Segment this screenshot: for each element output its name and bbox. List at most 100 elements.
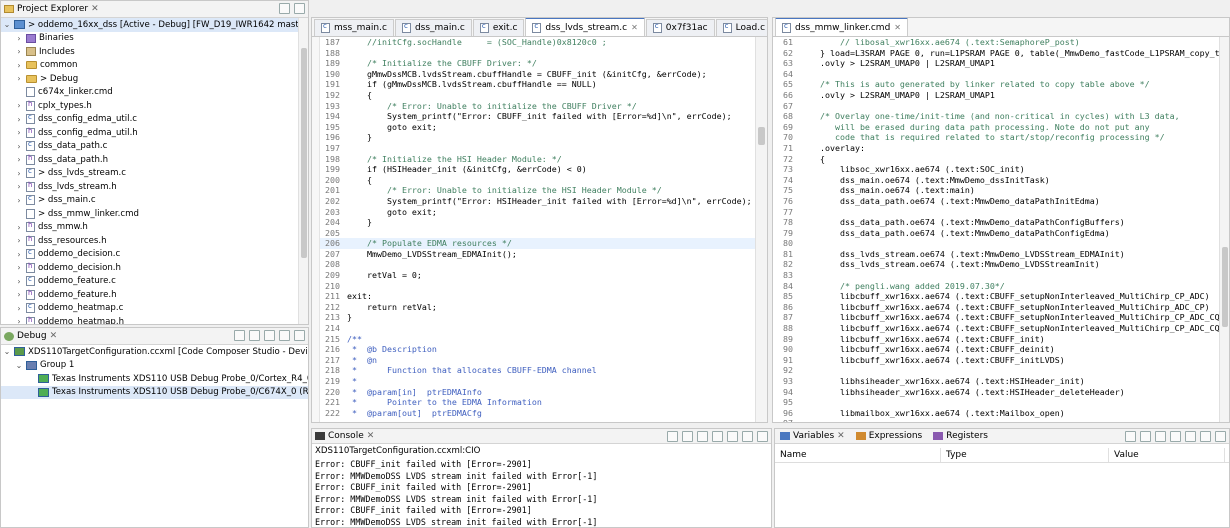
close-icon[interactable]: ✕ bbox=[50, 331, 58, 341]
tree-item[interactable]: › Includes bbox=[1, 45, 298, 59]
pin-console-icon[interactable] bbox=[697, 431, 708, 442]
chevron-right-icon[interactable]: › bbox=[15, 34, 23, 43]
chevron-right-icon[interactable]: › bbox=[15, 182, 23, 191]
project-tree-scrollbar[interactable] bbox=[298, 18, 308, 324]
code-line[interactable]: 210 bbox=[320, 281, 755, 292]
collapse-all-icon[interactable] bbox=[1155, 431, 1166, 442]
code-line[interactable]: 214 bbox=[320, 323, 755, 334]
chevron-right-icon[interactable]: › bbox=[15, 196, 23, 205]
view-menu-icon[interactable] bbox=[264, 330, 275, 341]
code-line[interactable]: 78 dss_data_path.oe674 (.text:MmwDemo_da… bbox=[773, 217, 1219, 228]
code-line[interactable]: 96 libmailbox_xwr16xx.ae674 (.text:Mailb… bbox=[773, 408, 1219, 419]
code-line[interactable]: 81 dss_lvds_stream.oe674 (.text:MmwDemo_… bbox=[773, 249, 1219, 260]
tree-item[interactable]: › oddemo_heatmap.c bbox=[1, 302, 298, 316]
variables-tab[interactable]: Registers bbox=[946, 431, 988, 441]
close-icon[interactable]: ✕ bbox=[837, 431, 845, 441]
tree-item[interactable]: ⌄ XDS110TargetConfiguration.ccxml [Code C… bbox=[1, 345, 308, 359]
chevron-right-icon[interactable]: › bbox=[15, 317, 23, 324]
code-line[interactable]: 85 libcbuff_xwr16xx.ae674 (.text:CBUFF_s… bbox=[773, 291, 1219, 302]
code-line[interactable]: 82 dss_lvds_stream.oe674 (.text:MmwDemo_… bbox=[773, 259, 1219, 270]
chevron-right-icon[interactable]: › bbox=[15, 169, 23, 178]
code-line[interactable]: 61 // libosal_xwr16xx.ae674 (.text:Semap… bbox=[773, 37, 1219, 48]
code-line[interactable]: 220 * @param[in] ptrEDMAInfo bbox=[320, 387, 755, 398]
tree-item[interactable]: ⌄ Group 1 bbox=[1, 359, 308, 373]
tree-item[interactable]: c674x_linker.cmd bbox=[1, 86, 298, 100]
code-line[interactable]: 209 retVal = 0; bbox=[320, 270, 755, 281]
code-line[interactable]: 97 bbox=[773, 418, 1219, 422]
tree-item[interactable]: › dss_config_edma_util.c bbox=[1, 113, 298, 127]
code-line[interactable]: 79 dss_data_path.oe674 (.text:MmwDemo_da… bbox=[773, 228, 1219, 239]
chevron-right-icon[interactable]: › bbox=[15, 290, 23, 299]
code-line[interactable]: 189 /* Initialize the CBUFF Driver: */ bbox=[320, 58, 755, 69]
minimize-icon[interactable] bbox=[742, 431, 753, 442]
remove-all-icon[interactable] bbox=[249, 330, 260, 341]
code-line[interactable]: 90 libcbuff_xwr16xx.ae674 (.text:CBUFF_d… bbox=[773, 344, 1219, 355]
code-line[interactable]: 77 bbox=[773, 207, 1219, 218]
tree-item[interactable]: > dss_mmw_linker.cmd bbox=[1, 207, 298, 221]
variables-tab[interactable]: Expressions bbox=[869, 431, 923, 441]
code-line[interactable]: 95 bbox=[773, 397, 1219, 408]
code-line[interactable]: 205 bbox=[320, 228, 755, 239]
code-line[interactable]: 73 libsoc_xwr16xx.ae674 (.text:SOC_init) bbox=[773, 164, 1219, 175]
variables-tab[interactable]: Variables bbox=[793, 431, 834, 441]
tree-item[interactable]: › dss_config_edma_util.h bbox=[1, 126, 298, 140]
minimize-icon[interactable] bbox=[279, 330, 290, 341]
tree-item[interactable]: › oddemo_decision.c bbox=[1, 248, 298, 262]
chevron-right-icon[interactable]: › bbox=[15, 47, 23, 56]
minimize-icon[interactable] bbox=[279, 3, 290, 14]
editor-tab[interactable]: dss_mmw_linker.cmd✕ bbox=[775, 18, 908, 36]
code-line[interactable]: 91 libcbuff_xwr16xx.ae674 (.text:CBUFF_i… bbox=[773, 355, 1219, 366]
code-line[interactable]: 62 } load=L3SRAM PAGE 0, run=L1PSRAM PAG… bbox=[773, 48, 1219, 59]
code-line[interactable]: 88 libcbuff_xwr16xx.ae674 (.text:CBUFF_s… bbox=[773, 323, 1219, 334]
column-header[interactable]: Value bbox=[1109, 448, 1225, 462]
code-line[interactable]: 94 libhsiheader_xwr16xx.ae674 (.text:HSI… bbox=[773, 387, 1219, 398]
code-line[interactable]: 192 { bbox=[320, 90, 755, 101]
tree-item[interactable]: › common bbox=[1, 59, 298, 73]
code-line[interactable]: 187 //initCfg.socHandle = (SOC_Handle)0x… bbox=[320, 37, 755, 48]
code-line[interactable]: 188 bbox=[320, 48, 755, 59]
code-line[interactable]: 207 MmwDemo_LVDSStream_EDMAInit(); bbox=[320, 249, 755, 260]
editor-right-code[interactable]: 61 // libosal_xwr16xx.ae674 (.text:Semap… bbox=[773, 37, 1219, 422]
code-line[interactable]: 196 } bbox=[320, 132, 755, 143]
code-line[interactable]: 86 libcbuff_xwr16xx.ae674 (.text:CBUFF_s… bbox=[773, 302, 1219, 313]
tree-item[interactable]: › dss_lvds_stream.h bbox=[1, 180, 298, 194]
chevron-right-icon[interactable]: › bbox=[15, 61, 23, 70]
chevron-right-icon[interactable]: › bbox=[15, 115, 23, 124]
chevron-right-icon[interactable]: › bbox=[15, 74, 23, 83]
maximize-icon[interactable] bbox=[294, 3, 305, 14]
show-types-icon[interactable] bbox=[1125, 431, 1136, 442]
code-line[interactable]: 76 dss_data_path.oe674 (.text:MmwDemo_da… bbox=[773, 196, 1219, 207]
close-icon[interactable]: ✕ bbox=[91, 4, 99, 14]
code-line[interactable]: 219 * bbox=[320, 376, 755, 387]
chevron-right-icon[interactable]: › bbox=[15, 304, 23, 313]
tree-item[interactable]: Texas Instruments XDS110 USB Debug Probe… bbox=[1, 385, 308, 399]
code-line[interactable]: 89 libcbuff_xwr16xx.ae674 (.text:CBUFF_i… bbox=[773, 334, 1219, 345]
code-line[interactable]: 197 bbox=[320, 143, 755, 154]
tree-item[interactable]: › > dss_main.c bbox=[1, 194, 298, 208]
code-line[interactable]: 87 libcbuff_xwr16xx.ae674 (.text:CBUFF_s… bbox=[773, 312, 1219, 323]
editor-tab[interactable]: mss_main.c bbox=[314, 19, 394, 36]
code-line[interactable]: 200 { bbox=[320, 175, 755, 186]
maximize-icon[interactable] bbox=[757, 431, 768, 442]
code-line[interactable]: 80 bbox=[773, 238, 1219, 249]
tree-item[interactable]: › Binaries bbox=[1, 32, 298, 46]
tree-item[interactable]: › dss_resources.h bbox=[1, 234, 298, 248]
close-tab-icon[interactable]: ✕ bbox=[631, 23, 638, 32]
tree-item[interactable]: › > dss_lvds_stream.c bbox=[1, 167, 298, 181]
tree-item[interactable]: Texas Instruments XDS110 USB Debug Probe… bbox=[1, 372, 308, 386]
code-line[interactable]: 221 * Pointer to the EDMA Information bbox=[320, 397, 755, 408]
code-line[interactable]: 84 /* pengli.wang added 2019.07.30*/ bbox=[773, 281, 1219, 292]
code-line[interactable]: 198 /* Initialize the HSI Header Module:… bbox=[320, 154, 755, 165]
code-line[interactable]: 64 bbox=[773, 69, 1219, 80]
code-line[interactable]: 217 * @n bbox=[320, 355, 755, 366]
code-line[interactable]: 206 /* Populate EDMA resources */ bbox=[320, 238, 755, 249]
view-menu-icon[interactable] bbox=[1185, 431, 1196, 442]
tree-item[interactable]: › dss_data_path.c bbox=[1, 140, 298, 154]
editor-left-scrollbar[interactable] bbox=[755, 37, 767, 422]
chevron-down-icon[interactable]: ⌄ bbox=[3, 347, 11, 356]
code-line[interactable]: 71 .overlay: bbox=[773, 143, 1219, 154]
code-line[interactable]: 65 /* This is auto generated by linker r… bbox=[773, 79, 1219, 90]
code-line[interactable]: 191 if (gMmwDssMCB.lvdsStream.cbuffHandl… bbox=[320, 79, 755, 90]
chevron-right-icon[interactable]: › bbox=[15, 263, 23, 272]
maximize-icon[interactable] bbox=[294, 330, 305, 341]
